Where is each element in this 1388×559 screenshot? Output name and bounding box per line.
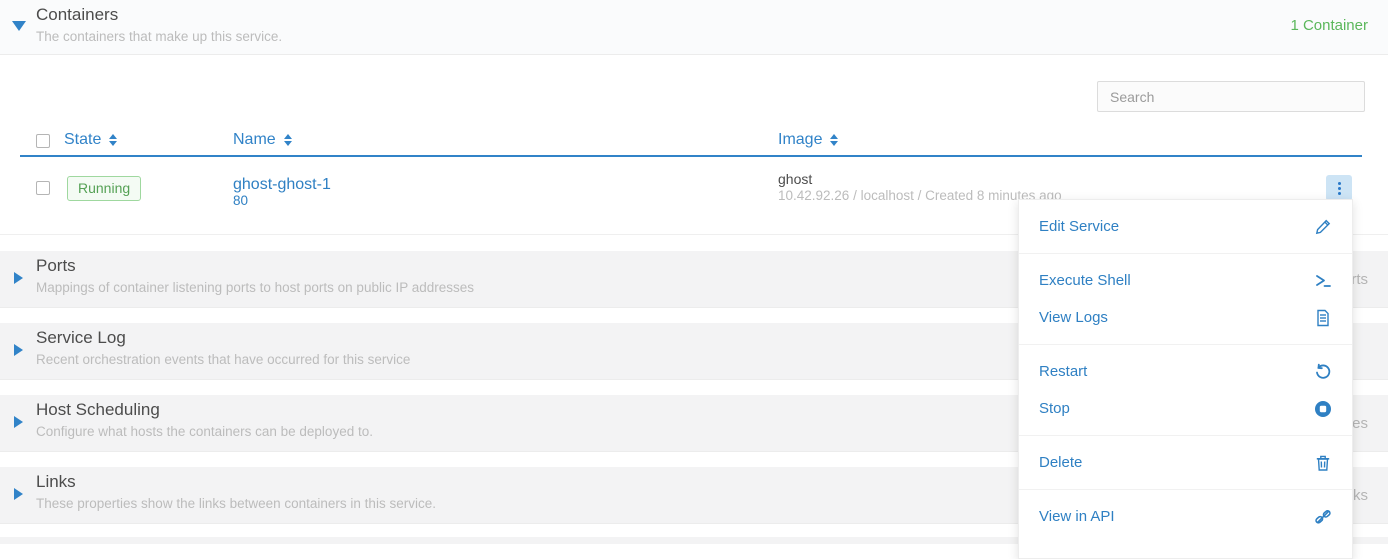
kebab-icon [1338, 182, 1341, 185]
container-name-link[interactable]: ghost-ghost-1 [233, 176, 331, 194]
menu-item-stop[interactable]: Stop [1019, 390, 1352, 427]
ports-count-fragment: rts [1351, 271, 1368, 288]
containers-description: The containers that make up this service… [36, 29, 282, 44]
menu-group: Edit Service [1019, 200, 1352, 253]
column-header-name[interactable]: Name [233, 131, 292, 149]
containers-title: Containers [36, 5, 118, 25]
service-log-title: Service Log [36, 328, 126, 348]
menu-item-view-in-api[interactable]: View in API [1019, 498, 1352, 535]
row-checkbox[interactable] [36, 181, 50, 195]
menu-label: View Logs [1039, 309, 1108, 326]
expand-caret-icon[interactable] [14, 344, 23, 356]
select-all-checkbox[interactable] [36, 134, 50, 148]
host-scheduling-count-fragment: es [1352, 415, 1368, 432]
status-badge: Running [67, 176, 141, 201]
table-header-rule [20, 155, 1362, 157]
expand-caret-icon[interactable] [14, 272, 23, 284]
trash-icon [1314, 454, 1332, 472]
sort-icon [830, 134, 838, 146]
menu-item-delete[interactable]: Delete [1019, 444, 1352, 481]
row-actions-dropdown-menu: Edit Service Execute Shell View Logs [1018, 199, 1353, 559]
stop-icon [1314, 400, 1332, 418]
links-title: Links [36, 472, 76, 492]
ports-title: Ports [36, 256, 76, 276]
column-header-image[interactable]: Image [778, 131, 838, 149]
sort-icon [109, 134, 117, 146]
menu-group: Restart Stop [1019, 344, 1352, 435]
search-input[interactable] [1097, 81, 1365, 112]
menu-item-view-logs[interactable]: View Logs [1019, 299, 1352, 336]
ports-description: Mappings of container listening ports to… [36, 280, 474, 295]
pencil-icon [1314, 218, 1332, 236]
container-image: ghost [778, 171, 812, 187]
menu-group: View in API [1019, 489, 1352, 543]
containers-section-header: Containers The containers that make up t… [0, 0, 1388, 55]
menu-label: Execute Shell [1039, 272, 1131, 289]
expand-caret-icon[interactable] [14, 488, 23, 500]
column-header-state[interactable]: State [64, 131, 117, 149]
container-port-link[interactable]: 80 [233, 193, 248, 208]
column-label-state: State [64, 131, 101, 149]
collapse-caret-icon[interactable] [12, 21, 26, 31]
api-link-icon [1314, 508, 1332, 526]
column-label-image: Image [778, 131, 822, 149]
menu-group: Delete [1019, 435, 1352, 489]
container-count-badge: 1 Container [1290, 17, 1368, 34]
expand-caret-icon[interactable] [14, 416, 23, 428]
sort-icon [284, 134, 292, 146]
menu-label: Restart [1039, 363, 1087, 380]
column-label-name: Name [233, 131, 276, 149]
menu-label: View in API [1039, 508, 1115, 525]
menu-item-restart[interactable]: Restart [1019, 353, 1352, 390]
shell-prompt-icon [1314, 272, 1332, 290]
menu-item-edit-service[interactable]: Edit Service [1019, 208, 1352, 245]
host-scheduling-title: Host Scheduling [36, 400, 160, 420]
log-file-icon [1314, 309, 1332, 327]
links-count-fragment: ks [1353, 487, 1368, 504]
menu-group: Execute Shell View Logs [1019, 253, 1352, 344]
menu-item-execute-shell[interactable]: Execute Shell [1019, 262, 1352, 299]
menu-label: Edit Service [1039, 218, 1119, 235]
host-scheduling-description: Configure what hosts the containers can … [36, 424, 373, 439]
service-log-description: Recent orchestration events that have oc… [36, 352, 410, 367]
restart-icon [1314, 363, 1332, 381]
menu-label: Stop [1039, 400, 1070, 417]
links-description: These properties show the links between … [36, 496, 436, 511]
row-actions-menu-button[interactable] [1326, 175, 1352, 201]
menu-label: Delete [1039, 454, 1082, 471]
